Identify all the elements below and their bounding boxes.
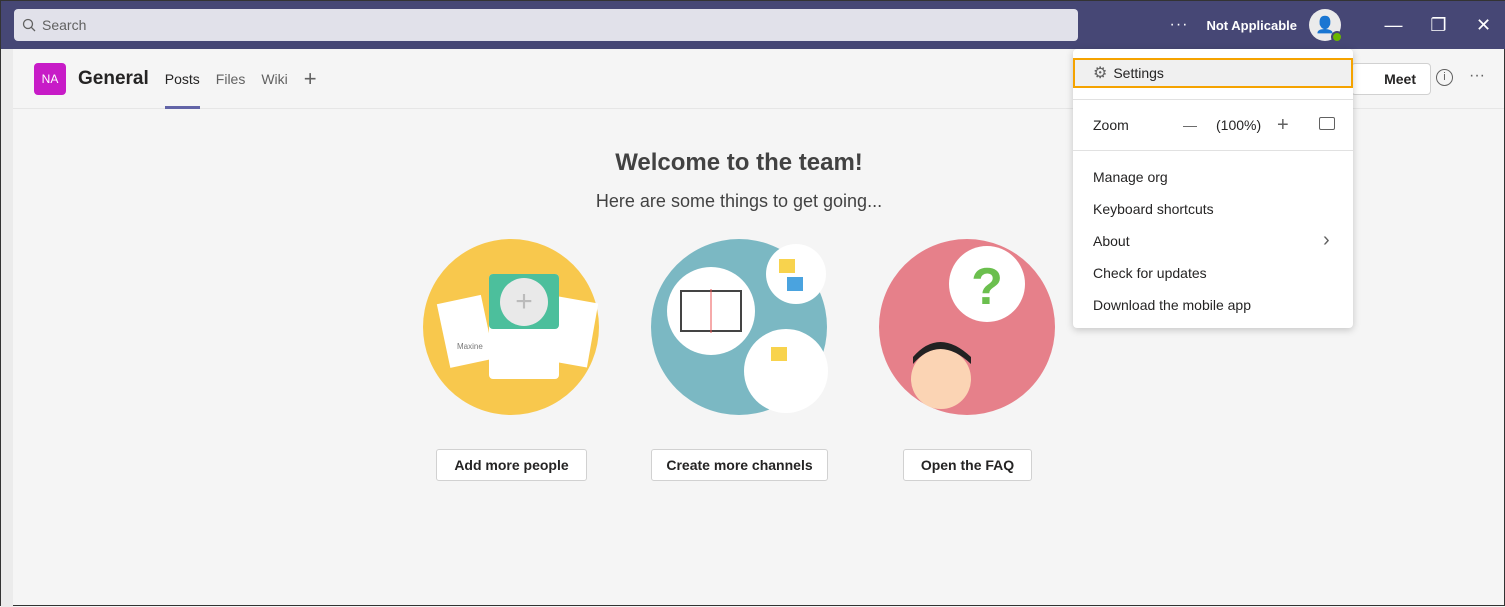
menu-item-manage-org[interactable]: Manage org bbox=[1093, 161, 1168, 193]
open-faq-button[interactable]: Open the FAQ bbox=[903, 449, 1032, 481]
info-icon[interactable]: i bbox=[1436, 69, 1453, 86]
add-tab-button[interactable]: + bbox=[304, 66, 317, 92]
faq-illustration: ? bbox=[879, 239, 1055, 415]
gear-icon: ⚙ bbox=[1093, 65, 1108, 82]
menu-item-settings[interactable]: ⚙ Settings bbox=[1073, 58, 1353, 88]
left-rail bbox=[1, 49, 13, 607]
title-bar: Search ··· Not Applicable 👤 — ❐ ✕ bbox=[1, 1, 1505, 49]
add-more-people-button[interactable]: Add more people bbox=[436, 449, 587, 481]
meet-button[interactable]: Meet bbox=[1351, 63, 1431, 95]
divider bbox=[1073, 150, 1353, 151]
tab-posts[interactable]: Posts bbox=[164, 49, 200, 109]
zoom-value: (100%) bbox=[1216, 117, 1262, 133]
more-options-button[interactable]: ··· bbox=[1169, 16, 1188, 34]
zoom-label: Zoom bbox=[1093, 117, 1129, 133]
avatar[interactable]: 👤 bbox=[1309, 9, 1343, 43]
fullscreen-icon[interactable] bbox=[1319, 117, 1335, 130]
chevron-right-icon: › bbox=[1323, 228, 1330, 251]
zoom-in-button[interactable]: + bbox=[1277, 109, 1289, 141]
channel-more-button[interactable]: ··· bbox=[1469, 67, 1485, 85]
search-icon bbox=[22, 18, 36, 32]
divider bbox=[1073, 99, 1353, 100]
settings-label: Settings bbox=[1113, 65, 1164, 81]
question-mark-icon: ? bbox=[971, 258, 1003, 316]
minimize-button[interactable]: — bbox=[1371, 15, 1416, 36]
zoom-out-button[interactable]: — bbox=[1183, 109, 1197, 141]
search-input[interactable]: Search bbox=[14, 9, 1078, 41]
plus-icon: + bbox=[515, 285, 533, 318]
restore-button[interactable]: ❐ bbox=[1416, 15, 1461, 36]
add-people-illustration: + Maxine bbox=[423, 239, 599, 415]
settings-menu: ⚙ Settings Zoom — (100%) + Manage org Ke… bbox=[1073, 49, 1353, 328]
card-name: Maxine bbox=[457, 342, 483, 351]
menu-item-download-mobile-app[interactable]: Download the mobile app bbox=[1093, 289, 1251, 321]
search-placeholder: Search bbox=[42, 17, 87, 33]
team-avatar: NA bbox=[34, 62, 66, 95]
create-more-channels-button[interactable]: Create more channels bbox=[651, 449, 828, 481]
channels-illustration bbox=[651, 239, 828, 415]
presence-available-icon bbox=[1331, 31, 1343, 43]
tab-files[interactable]: Files bbox=[216, 49, 246, 109]
user-name: Not Applicable bbox=[1206, 17, 1297, 33]
channel-title: General bbox=[78, 67, 149, 89]
menu-item-check-for-updates[interactable]: Check for updates bbox=[1093, 257, 1207, 289]
tab-wiki[interactable]: Wiki bbox=[261, 49, 287, 109]
close-button[interactable]: ✕ bbox=[1461, 15, 1505, 36]
menu-item-about[interactable]: About bbox=[1093, 225, 1130, 257]
menu-item-keyboard-shortcuts[interactable]: Keyboard shortcuts bbox=[1093, 193, 1214, 225]
